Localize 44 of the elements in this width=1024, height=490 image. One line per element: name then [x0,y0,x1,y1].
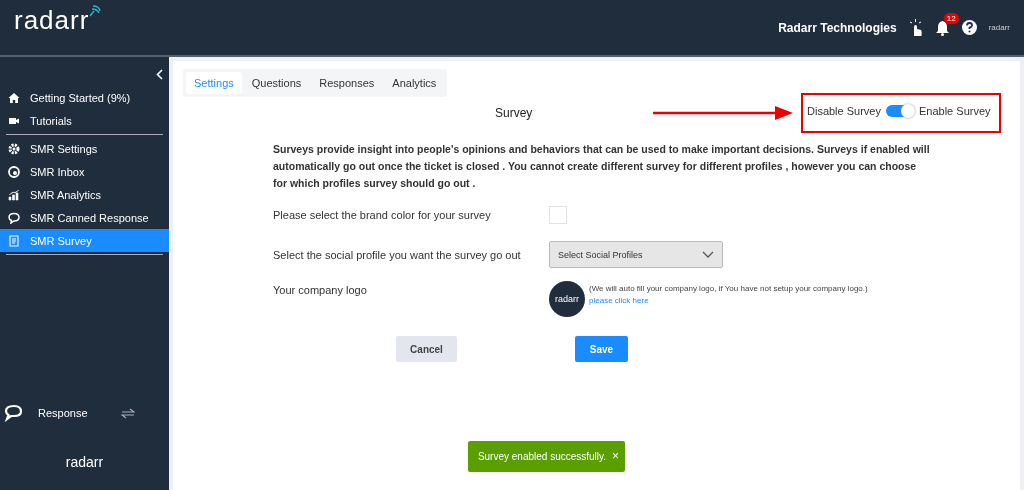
tab[interactable]: Settings [186,72,242,94]
page-title: Survey [495,106,534,120]
cancel-button[interactable]: Cancel [396,336,457,362]
tab[interactable]: Analytics [384,72,445,94]
logo-note: (We will auto fill your company logo, if You have not setup your company logo.) [589,284,868,293]
sidebar-item[interactable]: SMR Settings [0,137,169,160]
toggle-switch[interactable] [886,105,914,117]
sidebar-item[interactable]: Getting Started (9%) [0,86,169,109]
disable-label: Disable Survey [807,105,881,117]
gear-icon [8,142,20,155]
clipboard-icon [8,234,20,247]
swap-arrows-icon[interactable] [121,407,135,419]
field-label: Your company logo [273,284,368,296]
color-swatch[interactable] [549,206,567,224]
enable-label: Enable Survey [919,105,991,117]
company-logo: radarr [549,281,585,317]
notification-badge: 12 [943,12,959,24]
bell-icon[interactable] [934,19,950,36]
chat-icon [8,211,20,224]
sidebar-item[interactable]: SMR Canned Response [0,206,169,229]
sidebar-item[interactable]: SMR Inbox [0,160,169,183]
hand-pointer-icon[interactable] [908,18,923,37]
chat-bubbles-icon[interactable] [4,404,24,422]
social-profiles-dropdown[interactable]: Select Social Profiles [549,241,723,268]
tab[interactable]: Responses [311,72,383,94]
home-icon [8,91,20,104]
upload-link[interactable]: please click here [589,296,868,305]
field-label: Please select the brand color for your survey [273,209,492,221]
response-label[interactable]: Response [38,407,111,419]
company-name[interactable]: Radarr Technologies [778,20,897,35]
chevron-down-icon [702,251,714,258]
collapse-icon[interactable] [156,69,163,80]
tab[interactable]: Questions [243,72,310,94]
toast-message: Survey enabled successfully. [477,451,607,462]
sidebar-item[interactable]: SMR Analytics [0,183,169,206]
radarr-logo: radarr [64,453,105,472]
description: Surveys provide insight into people's opinions and behaviors that can be used to make important decisions. Surveys if enabled will automatically go out once the ticket is closed . You cannot create different survey for different profiles , however you can choose for which profiles survey should go out . [273,142,931,191]
sidebar-item[interactable]: Tutorials [0,109,169,132]
radarr-logo: radarr [14,5,102,36]
field-label: Select the social profile you want the survey go out [273,248,522,261]
chart-icon [8,188,20,201]
radarr-logo: radarr [988,23,1010,32]
help-icon[interactable] [961,20,977,35]
inbox-icon [8,165,20,178]
